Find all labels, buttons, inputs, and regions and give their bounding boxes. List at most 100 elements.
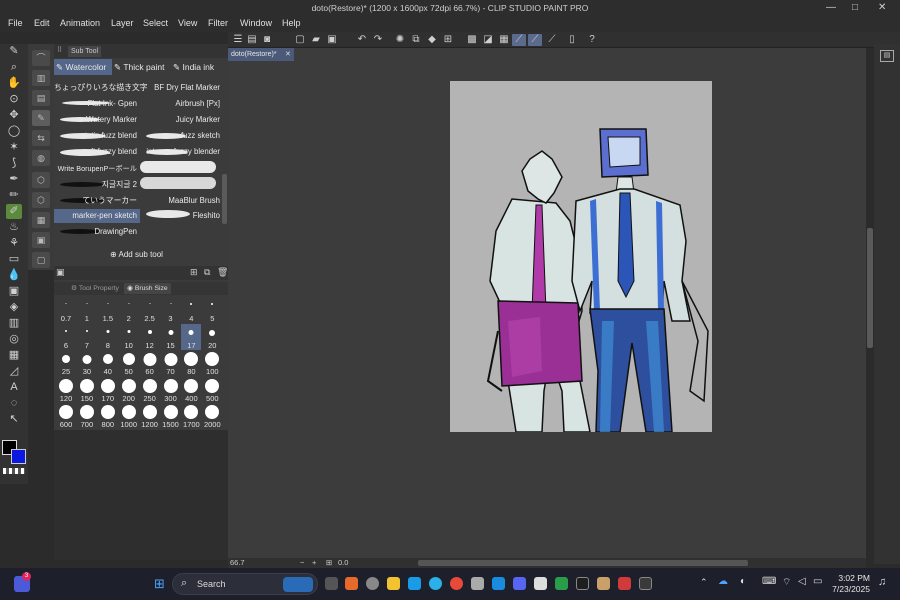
new-canvas-icon[interactable]: ▤ [246,34,258,46]
file-explorer-icon[interactable] [387,577,400,590]
brush-size-option[interactable]: 2 [119,297,139,323]
brush-item[interactable]: Watery Marker [54,113,140,127]
menu-filter[interactable]: Filter [208,18,228,28]
clip-studio-icon[interactable] [471,577,484,590]
brush-size-option[interactable]: 60 [140,350,160,376]
chrome-icon[interactable] [450,577,463,590]
brush-size-option[interactable]: 5 [202,297,222,323]
artwork-canvas[interactable] [450,81,712,432]
frame-icon[interactable]: ▦ [6,348,22,363]
gradient-icon[interactable]: ▥ [6,316,22,331]
brush-item[interactable]: 지글지글 2 [54,178,140,192]
app-icon-8[interactable] [639,577,652,590]
menu-animation[interactable]: Animation [60,18,100,28]
hand-icon[interactable]: ✋ [6,76,22,91]
pen-tool-icon[interactable]: ✎ [6,44,22,59]
group-icon-10[interactable]: ▣ [32,232,50,248]
group-icon-9[interactable]: ▦ [32,212,50,228]
notification-bell-icon[interactable]: ♫ [878,576,886,588]
brush-stroke-preview[interactable] [140,177,216,189]
brush-size-option[interactable]: 8 [98,324,118,350]
tab-india-ink[interactable]: ✎ India ink [173,59,228,75]
transparent-color-swatch[interactable] [3,468,25,474]
group-icon-4[interactable]: ✎ [32,110,50,126]
add-icon[interactable]: ⊞ [190,267,198,278]
wifi-icon[interactable]: ⌔ [782,576,791,589]
clear-icon[interactable]: ✺ [394,34,406,46]
brush-size-option[interactable]: 4 [181,297,201,323]
crop-icon[interactable]: ⧉ [410,34,422,46]
zoom-in-icon[interactable]: + [312,558,316,568]
device-icon[interactable]: ▯ [566,34,578,46]
brush-size-option[interactable]: 1.5 [98,297,118,323]
app-icon-7[interactable] [618,577,631,590]
app-icon-5[interactable] [576,577,589,590]
brush-size-option[interactable]: 15 [161,324,181,350]
brush-item[interactable]: BF Dry Flat Marker [142,81,228,95]
brush-item[interactable]: static fuzz blend [54,129,140,143]
brush-item[interactable]: MaaBlur Brush [142,194,228,208]
pencil-icon[interactable]: ✏ [6,188,22,203]
bucket-icon[interactable]: ◈ [6,300,22,315]
invert-selection-icon[interactable]: ◪ [482,34,494,46]
brush-size-option[interactable]: 70 [161,350,181,376]
correct-line-icon[interactable]: ↖ [6,412,22,427]
group-icon-5[interactable]: ⇆ [32,130,50,146]
brush-item[interactable]: Write BorupenPーボール [54,162,140,176]
app-icon[interactable] [366,577,379,590]
app-icon-3[interactable] [534,577,547,590]
figure-icon[interactable]: ◎ [6,332,22,347]
ruler-icon[interactable]: ◿ [6,364,22,379]
clock[interactable]: 3:02 PM 7/23/2025 [826,573,870,595]
brush-size-option[interactable]: 1000 [119,403,139,429]
add-sub-tool-button[interactable]: ⊕ Add sub tool [110,250,163,259]
menu-window[interactable]: Window [240,18,272,28]
deselect-icon[interactable]: ▩ [466,34,478,46]
balloon-icon[interactable]: ◌ [6,396,22,411]
tray-icon[interactable]: ◐ [740,576,746,587]
brush-size-option[interactable]: 6 [56,324,76,350]
sub-color-swatch[interactable] [11,449,26,464]
brush-size-option[interactable]: 1200 [140,403,160,429]
store-icon[interactable] [408,577,421,590]
discord-icon[interactable] [513,577,526,590]
group-icon-8[interactable]: ⬡ [32,192,50,208]
brush-size-option[interactable]: 170 [98,377,118,403]
taskbar-search[interactable]: ⌕ Search [172,573,318,595]
brush-size-option[interactable]: 1 [77,297,97,323]
brush-size-option[interactable]: 25 [56,350,76,376]
blend-icon[interactable]: 💧 [6,268,22,283]
brush-item[interactable]: soft fuzzy blend [54,145,140,159]
redo-icon[interactable]: ↷ [372,34,384,46]
canvas-area[interactable]: doto(Restore)* ✕ [228,48,866,558]
horizontal-scrollbar[interactable] [418,560,748,566]
brush-size-option[interactable]: 2.5 [140,297,160,323]
watercolor-group-icon[interactable]: ⌒ [32,50,50,66]
group-icon-11[interactable]: ▢ [32,252,50,268]
maximize-button[interactable]: □ [852,2,858,13]
brush-stroke-preview[interactable] [140,161,216,173]
operation-icon[interactable]: ⊙ [6,92,22,107]
brush-size-option[interactable]: 17 [181,323,202,350]
brush-size-option[interactable]: 500 [202,377,222,403]
minimize-button[interactable]: — [826,2,836,13]
subtool-panel-tab[interactable]: Sub Tool [68,46,102,57]
tab-brush-size[interactable]: ◉ Brush Size [124,283,171,294]
brush-size-option[interactable]: 1500 [161,403,181,429]
open-folder-icon[interactable]: ▰ [310,34,322,46]
brush-item[interactable]: intense fuzzy blender [142,145,228,159]
brush-size-option[interactable]: 400 [181,377,201,403]
zoom-out-icon[interactable]: − [300,558,304,568]
pen-icon[interactable]: ✒ [6,172,22,187]
brush-size-option[interactable]: 120 [56,377,76,403]
brush-size-option[interactable]: 1700 [181,403,201,429]
ruler-snap-icon[interactable]: ⟋ [512,34,526,46]
tab-thick-paint[interactable]: ✎ Thick paint [114,59,172,75]
brush-item[interactable]: Flat Ink- Gpen [54,97,140,111]
lasso-icon[interactable]: ◯ [6,124,22,139]
zoom-icon[interactable]: ⌕ [6,60,22,75]
fill-bucket-icon[interactable]: ▣ [6,284,22,299]
brush-size-option[interactable]: 0.7 [56,297,76,323]
brush-size-option[interactable]: 800 [98,403,118,429]
chevron-up-icon[interactable]: ⌃ [700,577,708,588]
